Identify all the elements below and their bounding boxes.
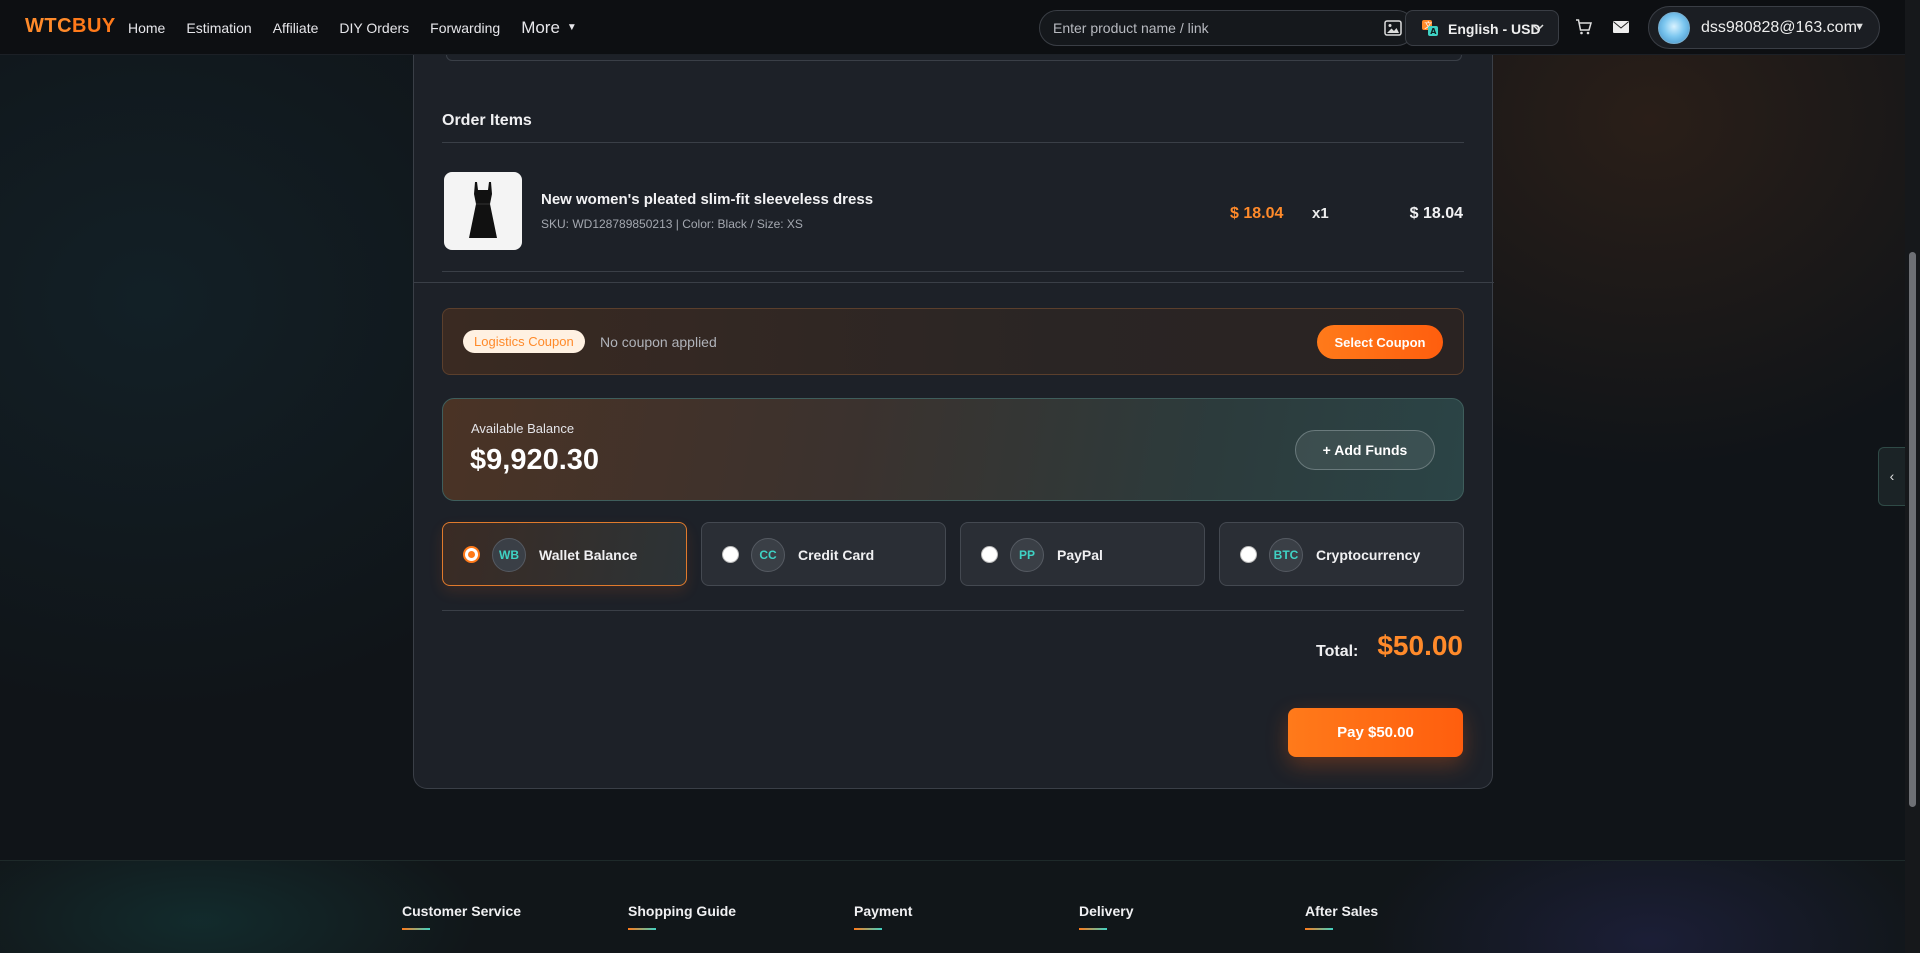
product-thumbnail[interactable]: [444, 172, 522, 250]
quantity: x1: [1312, 205, 1329, 222]
footer-column-payment: Payment: [854, 903, 912, 930]
footer-heading: Shopping Guide: [628, 903, 737, 919]
footer-heading: After Sales: [1305, 903, 1379, 919]
footer-underline: [1305, 928, 1333, 930]
radio-unselected[interactable]: [981, 546, 998, 563]
footer-underline: [628, 928, 656, 930]
site-logo[interactable]: WTCBUY: [25, 15, 116, 38]
payment-methods: WB Wallet Balance CC Credit Card PP PayP…: [442, 522, 1464, 586]
order-items-title: Order Items: [442, 112, 532, 129]
paypal-badge: PP: [1010, 538, 1044, 572]
mail-icon[interactable]: [1613, 21, 1629, 33]
radio-unselected[interactable]: [1240, 546, 1257, 563]
footer-column-delivery: Delivery: [1079, 903, 1133, 930]
image-search-icon[interactable]: [1384, 20, 1402, 36]
nav-more-dropdown[interactable]: More ▼: [521, 18, 577, 38]
cart-icon[interactable]: [1575, 19, 1592, 35]
payment-method-label: Cryptocurrency: [1316, 547, 1421, 563]
search-input[interactable]: [1053, 11, 1353, 45]
scrollbar-thumb[interactable]: [1909, 252, 1916, 807]
previous-section-edge: [446, 55, 1462, 61]
chevron-left-icon: ‹: [1889, 468, 1895, 484]
divider: [442, 271, 1464, 272]
payment-method-wallet[interactable]: WB Wallet Balance: [442, 522, 687, 586]
footer-column-shopping-guide: Shopping Guide: [628, 903, 736, 930]
coupon-panel: Logistics Coupon No coupon applied Selec…: [442, 308, 1464, 375]
line-total: $ 18.04: [1409, 205, 1463, 222]
nav-forwarding[interactable]: Forwarding: [430, 20, 500, 36]
nav-more-label: More: [521, 17, 560, 37]
total-label: Total:: [1316, 643, 1359, 660]
avatar: [1658, 12, 1690, 44]
site-footer: Customer Service Shopping Guide Payment …: [0, 860, 1905, 953]
footer-heading: Payment: [854, 903, 913, 919]
footer-underline: [1079, 928, 1107, 930]
footer-underline: [854, 928, 882, 930]
unit-price: $ 18.04: [1230, 205, 1284, 222]
total-value: $50.00: [1377, 630, 1463, 661]
payment-method-label: Wallet Balance: [539, 547, 638, 563]
crypto-badge: BTC: [1269, 538, 1303, 572]
payment-method-label: PayPal: [1057, 547, 1103, 563]
payment-method-label: Credit Card: [798, 547, 875, 563]
divider: [442, 142, 1464, 143]
top-navigation-bar: WTCBUY Home Estimation Affiliate DIY Ord…: [0, 0, 1920, 55]
select-coupon-button[interactable]: Select Coupon: [1317, 325, 1443, 359]
product-sku-variant: SKU: WD128789850213 | Color: Black / Siz…: [541, 217, 803, 231]
footer-column-after-sales: After Sales: [1305, 903, 1378, 930]
main-nav: Home Estimation Affiliate DIY Orders For…: [128, 0, 598, 55]
nav-home[interactable]: Home: [128, 20, 165, 36]
svg-text:A: A: [1430, 27, 1437, 36]
balance-amount: $9,920.30: [470, 444, 600, 476]
radio-unselected[interactable]: [722, 546, 739, 563]
credit-card-badge: CC: [751, 538, 785, 572]
language-label: English - USD: [1448, 21, 1541, 37]
footer-heading: Delivery: [1079, 903, 1134, 919]
coupon-status: No coupon applied: [600, 334, 717, 350]
divider: [414, 282, 1494, 283]
search-box: [1039, 10, 1415, 46]
radio-selected[interactable]: [463, 546, 480, 563]
wallet-badge: WB: [492, 538, 526, 572]
pay-button[interactable]: Pay $50.00: [1288, 708, 1463, 757]
checkout-card: Order Items New women's pleated slim-fit…: [413, 55, 1494, 789]
footer-column-customer-service: Customer Service: [402, 903, 521, 930]
translate-icon: 文 A: [1422, 20, 1438, 36]
page-scrollbar[interactable]: [1905, 0, 1920, 953]
add-funds-button[interactable]: + Add Funds: [1295, 430, 1435, 470]
nav-affiliate[interactable]: Affiliate: [273, 20, 319, 36]
dress-icon: [469, 182, 497, 238]
side-panel-toggle[interactable]: ‹: [1878, 447, 1905, 506]
chevron-down-icon: [1532, 24, 1544, 32]
balance-panel: Available Balance $9,920.30 + Add Funds: [442, 398, 1464, 501]
user-email: dss980828@163.com: [1701, 19, 1857, 36]
caret-down-icon: ▼: [566, 22, 577, 33]
caret-down-icon: ▼: [1854, 21, 1865, 33]
footer-underline: [402, 928, 430, 930]
payment-method-paypal[interactable]: PP PayPal: [960, 522, 1205, 586]
product-name[interactable]: New women's pleated slim-fit sleeveless …: [541, 191, 873, 208]
coupon-type-tag: Logistics Coupon: [463, 330, 585, 353]
user-account-menu[interactable]: dss980828@163.com ▼: [1648, 6, 1880, 49]
footer-heading: Customer Service: [402, 903, 522, 919]
payment-method-crypto[interactable]: BTC Cryptocurrency: [1219, 522, 1464, 586]
nav-diy-orders[interactable]: DIY Orders: [339, 20, 409, 36]
language-currency-selector[interactable]: 文 A English - USD: [1405, 10, 1559, 46]
balance-label: Available Balance: [471, 421, 575, 436]
nav-estimation[interactable]: Estimation: [186, 20, 251, 36]
payment-method-credit-card[interactable]: CC Credit Card: [701, 522, 946, 586]
divider: [442, 610, 1464, 611]
